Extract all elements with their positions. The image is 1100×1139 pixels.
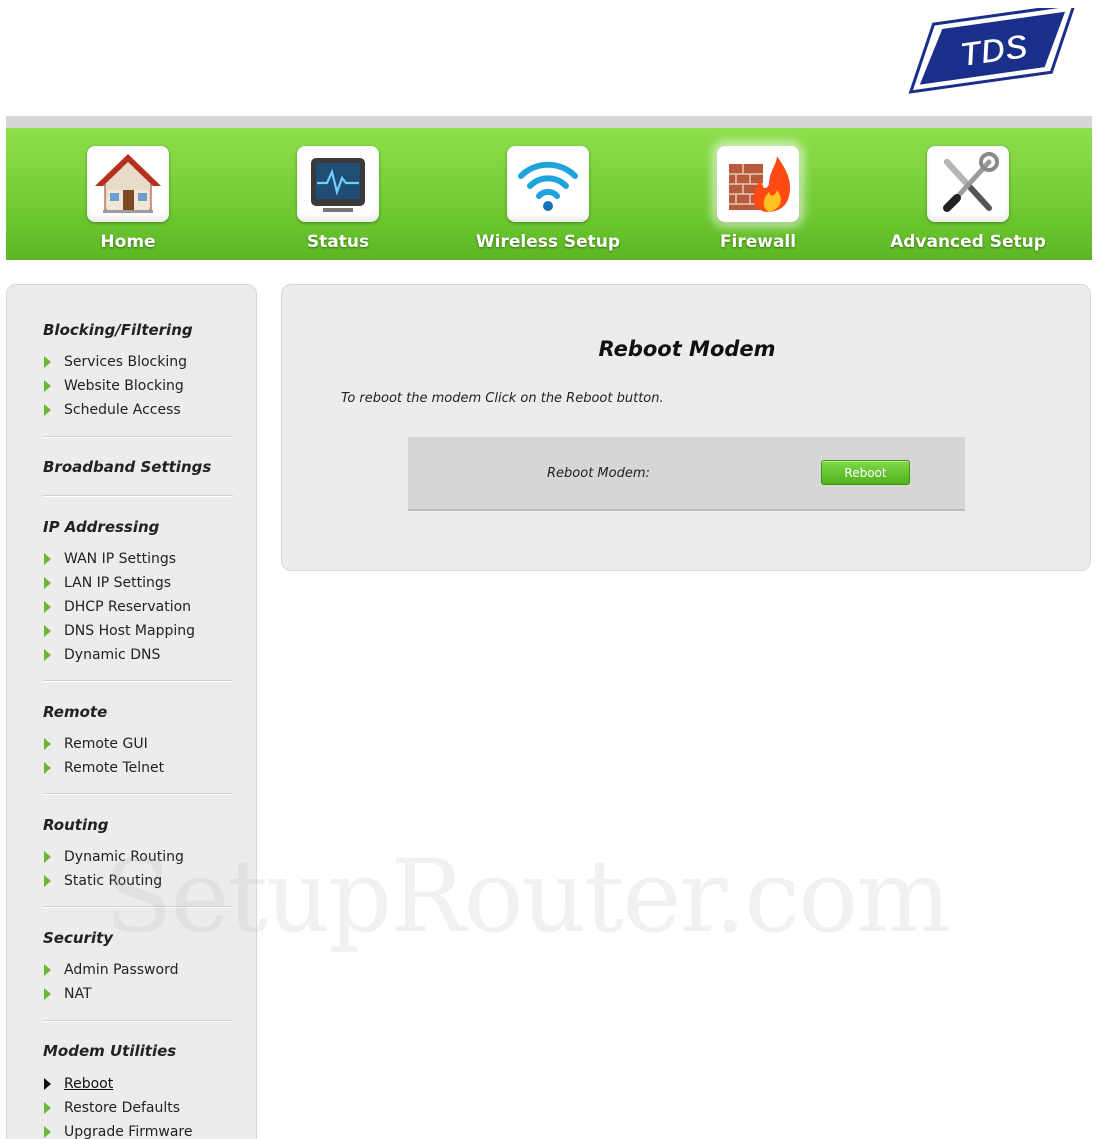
sidebar: Blocking/Filtering Services Blocking Web…	[6, 284, 257, 1139]
arrow-right-icon	[44, 649, 51, 661]
section-title-blocking-filtering: Blocking/Filtering	[43, 321, 193, 339]
sidebar-item-wan-ip-settings[interactable]: WAN IP Settings	[44, 549, 176, 569]
tds-logo-icon: TDS	[908, 2, 1077, 94]
divider	[43, 793, 233, 794]
nav-status[interactable]: Status	[258, 128, 418, 260]
arrow-right-icon	[44, 404, 51, 416]
arrow-right-icon	[44, 625, 51, 637]
arrow-right-icon	[44, 553, 51, 565]
nav-firewall[interactable]: Firewall	[678, 128, 838, 260]
main-panel: Reboot Modem To reboot the modem Click o…	[281, 284, 1091, 571]
page-title: Reboot Modem	[598, 337, 776, 361]
arrow-right-icon	[44, 738, 51, 750]
sidebar-item-lan-ip-settings[interactable]: LAN IP Settings	[44, 573, 171, 593]
arrow-right-icon	[44, 851, 51, 863]
nav-advanced-setup[interactable]: Advanced Setup	[888, 128, 1048, 260]
sidebar-item-admin-password[interactable]: Admin Password	[44, 960, 178, 980]
nav-firewall-label: Firewall	[719, 232, 797, 252]
arrow-right-icon	[44, 577, 51, 589]
sidebar-item-dynamic-dns[interactable]: Dynamic DNS	[44, 645, 160, 665]
divider	[43, 436, 233, 437]
firewall-icon	[717, 146, 799, 222]
sidebar-item-remote-gui[interactable]: Remote GUI	[44, 734, 148, 754]
reboot-row: Reboot Modem: Reboot	[408, 437, 965, 511]
section-title-security: Security	[43, 929, 114, 947]
nav-wireless-setup[interactable]: Wireless Setup	[468, 128, 628, 260]
wifi-icon	[507, 146, 589, 222]
divider	[43, 680, 233, 681]
sidebar-item-restore-defaults[interactable]: Restore Defaults	[44, 1098, 180, 1118]
tools-icon	[927, 146, 1009, 222]
arrow-right-icon	[44, 356, 51, 368]
divider	[43, 906, 233, 907]
arrow-right-icon	[44, 875, 51, 887]
nav-advanced-setup-label: Advanced Setup	[890, 232, 1046, 252]
sidebar-item-schedule-access[interactable]: Schedule Access	[44, 400, 181, 420]
sidebar-item-dynamic-routing[interactable]: Dynamic Routing	[44, 847, 184, 867]
nav-home-label: Home	[100, 232, 156, 252]
page-description: To reboot the modem Click on the Reboot …	[341, 391, 664, 406]
arrow-right-icon	[44, 1078, 51, 1090]
arrow-right-icon	[44, 1102, 51, 1114]
divider	[43, 495, 233, 496]
nav-status-label: Status	[306, 232, 370, 252]
sidebar-item-dhcp-reservation[interactable]: DHCP Reservation	[44, 597, 191, 617]
sidebar-item-services-blocking[interactable]: Services Blocking	[44, 352, 187, 372]
sidebar-item-nat[interactable]: NAT	[44, 984, 92, 1004]
arrow-right-icon	[44, 964, 51, 976]
section-title-remote: Remote	[43, 703, 108, 721]
divider	[43, 1020, 233, 1021]
arrow-right-icon	[44, 988, 51, 1000]
sidebar-item-dns-host-mapping[interactable]: DNS Host Mapping	[44, 621, 195, 641]
sidebar-item-reboot[interactable]: Reboot	[44, 1074, 113, 1094]
monitor-pulse-icon	[297, 146, 379, 222]
nav-wireless-setup-label: Wireless Setup	[475, 232, 621, 252]
sidebar-item-static-routing[interactable]: Static Routing	[44, 871, 162, 891]
section-title-ip-addressing: IP Addressing	[43, 518, 160, 536]
section-title-routing: Routing	[43, 816, 109, 834]
arrow-right-icon	[44, 601, 51, 613]
nav-home[interactable]: Home	[48, 128, 208, 260]
reboot-button[interactable]: Reboot	[821, 460, 910, 485]
tds-logo: TDS	[898, 2, 1090, 96]
sidebar-item-website-blocking[interactable]: Website Blocking	[44, 376, 184, 396]
topbar-strip	[6, 116, 1092, 128]
sidebar-item-remote-telnet[interactable]: Remote Telnet	[44, 758, 164, 778]
arrow-right-icon	[44, 380, 51, 392]
section-title-modem-utilities: Modem Utilities	[43, 1042, 177, 1060]
arrow-right-icon	[44, 1126, 51, 1138]
arrow-right-icon	[44, 762, 51, 774]
house-icon	[87, 146, 169, 222]
section-title-broadband-settings[interactable]: Broadband Settings	[43, 458, 211, 476]
sidebar-item-upgrade-firmware[interactable]: Upgrade Firmware	[44, 1122, 192, 1139]
reboot-modem-label: Reboot Modem:	[547, 466, 650, 481]
main-nav: Home Status Wireless Setup Firewall Adva…	[6, 128, 1092, 260]
